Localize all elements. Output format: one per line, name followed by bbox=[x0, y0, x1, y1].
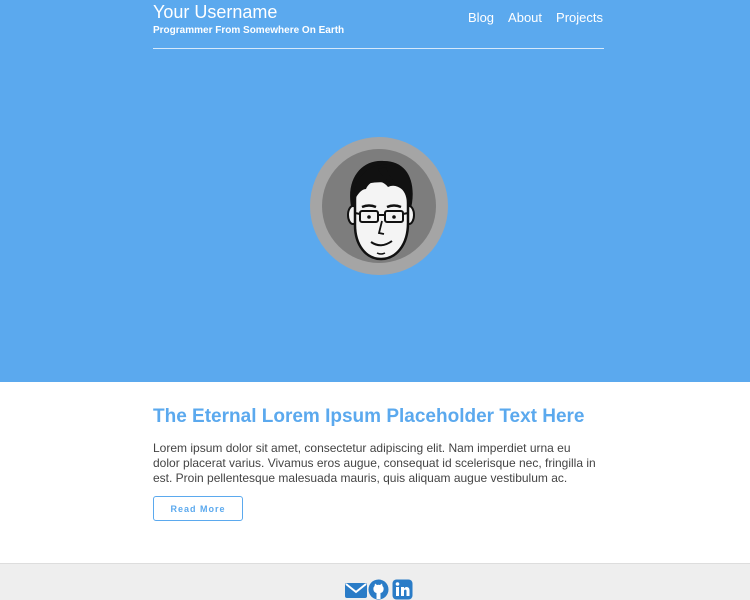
avatar-face-icon bbox=[347, 160, 415, 261]
post-title[interactable]: The Eternal Lorem Ipsum Placeholder Text… bbox=[153, 404, 598, 430]
post-excerpt: Lorem ipsum dolor sit amet, consectetur … bbox=[153, 441, 596, 485]
avatar-inner-circle bbox=[322, 149, 436, 263]
avatar bbox=[310, 137, 448, 275]
nav-link-about[interactable]: About bbox=[508, 10, 542, 26]
read-more-button[interactable]: Read More bbox=[153, 496, 243, 521]
nav-link-projects[interactable]: Projects bbox=[556, 10, 603, 26]
footer bbox=[0, 563, 750, 600]
site-username[interactable]: Your Username bbox=[153, 2, 344, 22]
hero-header: Your Username Programmer From Somewhere … bbox=[0, 0, 750, 382]
nav-link-blog[interactable]: Blog bbox=[468, 10, 494, 26]
main-nav: Blog About Projects bbox=[468, 10, 603, 26]
header-divider bbox=[153, 48, 604, 49]
envelope-icon[interactable] bbox=[344, 579, 367, 600]
linkedin-icon[interactable] bbox=[392, 579, 413, 600]
brand: Your Username Programmer From Somewhere … bbox=[153, 2, 344, 38]
post-preview: The Eternal Lorem Ipsum Placeholder Text… bbox=[153, 404, 598, 521]
social-links bbox=[344, 579, 413, 600]
github-icon[interactable] bbox=[368, 579, 389, 600]
site-tagline: Programmer From Somewhere On Earth bbox=[153, 25, 345, 36]
